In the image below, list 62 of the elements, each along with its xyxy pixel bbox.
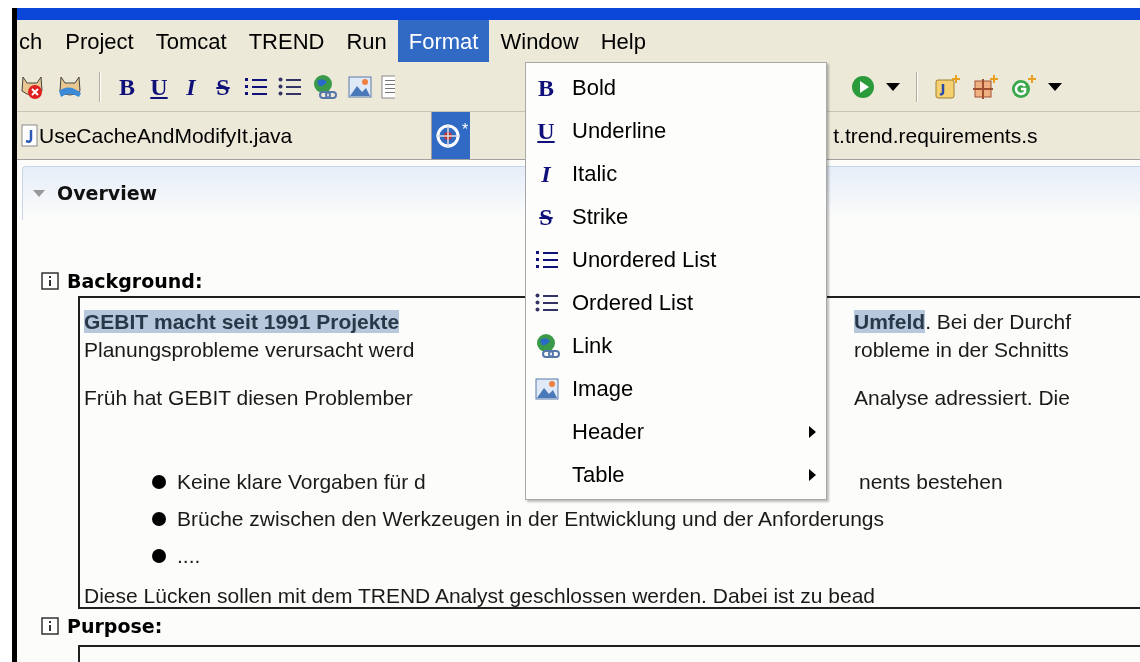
target-icon bbox=[434, 121, 462, 150]
globe-link-icon[interactable] bbox=[311, 72, 339, 101]
menu-item[interactable]: Tomcat bbox=[144, 20, 238, 62]
strike-icon: S bbox=[534, 202, 558, 231]
text-editor-area[interactable] bbox=[78, 645, 1140, 662]
italic-icon[interactable]: I bbox=[179, 72, 203, 101]
menu-item[interactable]: Header bbox=[526, 410, 826, 453]
submenu-arrow-icon bbox=[809, 425, 816, 438]
bullet-icon bbox=[152, 474, 166, 489]
text-line: Diese Lücken sollen mit dem TREND Analyst geschlossen werden. Dabei ist zu bead bbox=[84, 583, 875, 607]
picture-icon[interactable] bbox=[347, 73, 373, 100]
menu-item[interactable]: Project bbox=[54, 20, 145, 62]
menu-item[interactable]: Unordered List bbox=[526, 238, 826, 281]
java-file-icon bbox=[21, 123, 39, 148]
underline-icon: U bbox=[534, 116, 558, 145]
menu-item[interactable]: S Strike bbox=[526, 195, 826, 238]
text-line: Umfeld. Bei der Durchf bbox=[854, 309, 1072, 336]
field-label: Purpose: bbox=[67, 613, 163, 639]
menu-item[interactable]: U Underline bbox=[526, 109, 826, 152]
text-line: Keine klare Vorgaben für d bbox=[177, 468, 427, 495]
bold-icon[interactable]: B bbox=[115, 72, 139, 101]
text-line: .... bbox=[177, 542, 201, 569]
bold-icon: B bbox=[534, 73, 558, 102]
text-line: Früh hat GEBIT diesen Problember bbox=[84, 385, 414, 412]
menu-item[interactable]: Run bbox=[335, 20, 398, 62]
menu-item[interactable]: Format bbox=[397, 20, 490, 62]
editor-tab[interactable]: UseCacheAndModifyIt.java bbox=[17, 112, 432, 159]
text-line: Analyse adressiert. Die bbox=[854, 385, 1070, 412]
menu-item[interactable]: TREND bbox=[237, 20, 336, 62]
globe-link-icon bbox=[534, 331, 562, 360]
text-line: nents bestehen bbox=[859, 468, 1003, 495]
menu-item[interactable]: Window bbox=[489, 20, 590, 62]
italic-icon: I bbox=[534, 159, 558, 188]
document-icon[interactable] bbox=[381, 73, 395, 100]
menu-item[interactable]: Help bbox=[589, 20, 657, 62]
menu-item[interactable]: Image bbox=[526, 367, 826, 410]
new-class-icon[interactable] bbox=[934, 73, 962, 100]
info-icon bbox=[41, 617, 59, 635]
bullet-icon bbox=[152, 511, 166, 526]
submenu-arrow-icon bbox=[809, 468, 816, 481]
dropdown-caret-icon[interactable] bbox=[886, 82, 900, 91]
menu-item[interactable]: B Bold bbox=[526, 66, 826, 109]
menu-item[interactable]: ch bbox=[17, 20, 55, 62]
collapse-triangle-icon[interactable] bbox=[33, 189, 45, 198]
text-line: robleme in der Schnitts bbox=[854, 337, 1069, 364]
underline-icon[interactable]: U bbox=[147, 72, 171, 101]
info-icon bbox=[41, 272, 59, 290]
bullet-icon bbox=[152, 548, 166, 563]
text-line: Brüche zwischen den Werkzeugen in der Entwicklung und der Anforderungs bbox=[177, 505, 885, 532]
menu-item[interactable]: Table bbox=[526, 453, 826, 496]
new-g-icon[interactable] bbox=[1010, 73, 1038, 100]
field-label: Background: bbox=[67, 268, 203, 294]
menu-item[interactable]: Ordered List bbox=[526, 281, 826, 324]
menu-item[interactable]: I Italic bbox=[526, 152, 826, 195]
new-grid-icon[interactable] bbox=[972, 73, 1000, 100]
play-icon[interactable] bbox=[850, 73, 876, 100]
text-line: Planungsprobleme verursacht werd bbox=[84, 337, 416, 364]
dropdown-caret-icon[interactable] bbox=[1048, 82, 1062, 91]
menu-item[interactable]: Link bbox=[526, 324, 826, 367]
section-title: Overview bbox=[57, 181, 158, 207]
picture-icon bbox=[534, 375, 560, 402]
strike-icon[interactable]: S bbox=[211, 72, 235, 101]
